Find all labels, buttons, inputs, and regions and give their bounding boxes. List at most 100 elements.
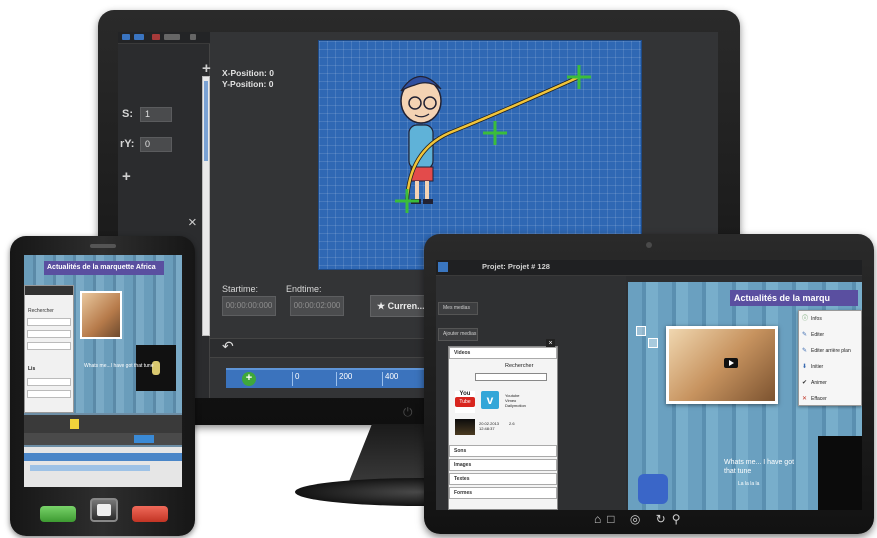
menu-item-animate[interactable]: ✔ Animer	[799, 375, 861, 391]
edit-icon: ✎	[802, 332, 808, 338]
phone-search-label: Rechercher	[28, 308, 54, 314]
menu-label: Animer	[811, 380, 827, 386]
tablet-canvas[interactable]: Actualités de la marqu ⓘ Infos ✎ Editer ✎ E…	[628, 282, 862, 510]
menu-label: Editer	[811, 332, 825, 338]
arrow-down-icon: ⬇	[802, 364, 808, 370]
timeline-track	[30, 465, 150, 471]
source-list: Youtube Vimeo Dailymotion	[505, 393, 526, 408]
selection-handle[interactable]	[636, 326, 646, 336]
context-menu: ⓘ Infos ✎ Editer ✎ Editer arrière plan ⬇ Ini…	[798, 310, 862, 406]
panel-scrollbar[interactable]	[202, 76, 210, 336]
tablet-titlebar: Projet: Projet # 128	[436, 260, 862, 276]
canvas-quote[interactable]: Whats me... I have got that tune	[724, 458, 794, 476]
end-call-button[interactable]	[132, 506, 168, 522]
play-icon[interactable]	[724, 358, 738, 368]
timeline-bar	[24, 453, 182, 461]
starttime-label: Startime:	[222, 284, 259, 294]
tab-shapes[interactable]: Formes	[449, 487, 557, 499]
phone-speaker	[90, 244, 116, 248]
check-icon: ✔	[802, 380, 808, 386]
menu-item-initiate[interactable]: ⬇ Initier	[799, 359, 861, 375]
tablet-camera	[646, 242, 652, 248]
call-button[interactable]	[40, 506, 76, 522]
tab-sounds[interactable]: Sons	[449, 445, 557, 457]
scrollbar-thumb[interactable]	[204, 81, 208, 161]
starttime-input[interactable]: 00:00:00:000	[222, 296, 276, 316]
tablet-screen: Projet: Projet # 128 Mes medias Ajouter …	[436, 260, 862, 510]
delete-icon: ✕	[802, 396, 808, 402]
add-track-icon[interactable]: +	[242, 372, 256, 386]
tablet-left-panel: Mes medias Ajouter medias × Videos Reche…	[436, 276, 626, 510]
list-item[interactable]	[27, 378, 71, 386]
menu-label: Effacer	[811, 396, 827, 402]
panel-top-strip	[118, 32, 210, 44]
add-keyframe-icon[interactable]: +	[122, 168, 131, 185]
edit-icon: ✎	[802, 348, 808, 354]
youtube-icon[interactable]: You Tube	[455, 391, 475, 413]
canvas-quote-small: La la la la	[738, 481, 760, 487]
video-thumbnail[interactable]	[455, 419, 475, 435]
selection-handle[interactable]	[648, 338, 658, 348]
phone-photo[interactable]	[80, 291, 122, 339]
device-showcase: + S: 1 rY: 0 + × X-Position: 0 Y-Positio…	[0, 0, 877, 538]
phone-text-snippet: Whats me...I have got that tune	[84, 363, 154, 369]
home-button[interactable]	[90, 498, 118, 522]
tablet-nav-icons[interactable]: ⌂□ ◎ ↻⚲	[594, 512, 704, 530]
menu-item-infos[interactable]: ⓘ Infos	[799, 311, 861, 327]
endtime-input[interactable]: 00:00:02:000	[290, 296, 344, 316]
scale-label: S:	[122, 108, 133, 120]
rotation-y-input[interactable]: 0	[140, 137, 172, 152]
vimeo-icon[interactable]: v	[481, 391, 499, 409]
video-timestamp: 20.02.2013 12:48:37	[479, 421, 500, 431]
menu-item-edit-background[interactable]: ✎ Editer arrière plan	[799, 343, 861, 359]
phone-apply-button[interactable]	[134, 435, 154, 443]
y-position-label: Y-Position: 0	[222, 79, 274, 89]
list-item[interactable]	[27, 342, 71, 350]
media-library-panel: × Videos Rechercher You Tube v Youtube V…	[448, 339, 558, 510]
phone-timeline[interactable]	[24, 447, 182, 487]
panel-header	[25, 286, 73, 295]
phone-heading: Actualités de la marquette Africa	[44, 261, 164, 275]
phone-toolbar	[24, 415, 182, 433]
list-item[interactable]	[27, 318, 71, 326]
tab-videos[interactable]: Videos	[449, 347, 557, 359]
search-input[interactable]	[475, 373, 547, 381]
canvas-dark-image[interactable]	[818, 436, 862, 510]
tab-texts[interactable]: Textes	[449, 473, 557, 485]
canvas-photo[interactable]	[666, 326, 778, 404]
menu-label: Initier	[811, 364, 824, 370]
phone-highlight-button[interactable]	[70, 419, 79, 429]
phone-media-panel: Rechercher Lis	[24, 285, 74, 413]
video-size: 2.6	[509, 421, 515, 426]
ruler-tick: 0	[292, 372, 299, 386]
list-item[interactable]	[27, 330, 71, 338]
add-icon[interactable]: +	[202, 60, 211, 77]
close-icon[interactable]: ×	[188, 214, 197, 231]
menu-item-delete[interactable]: ✕ Effacer	[799, 391, 861, 407]
project-title: Projet: Projet # 128	[482, 262, 550, 271]
x-position-label: X-Position: 0	[222, 68, 274, 78]
power-icon[interactable]: ⏻	[403, 405, 417, 419]
rotation-y-label: rY:	[120, 138, 135, 150]
phone-screen: Actualités de la marquette Africa Recher…	[24, 255, 182, 487]
list-item[interactable]	[27, 390, 71, 398]
canvas-heading[interactable]: Actualités de la marqu	[730, 290, 858, 306]
smartphone: Actualités de la marquette Africa Recher…	[10, 236, 195, 536]
menu-item-edit[interactable]: ✎ Editer	[799, 327, 861, 343]
my-media-button[interactable]: Mes medias	[438, 302, 478, 315]
info-icon: ⓘ	[802, 316, 809, 322]
current-time-button[interactable]: ★ Curren...	[370, 295, 432, 317]
menu-label: Infos	[811, 316, 822, 322]
shape-element[interactable]	[638, 474, 668, 504]
app-icon	[438, 262, 448, 272]
scale-input[interactable]: 1	[140, 107, 172, 122]
undo-icon[interactable]: ↶	[222, 338, 242, 356]
menu-label: Editer arrière plan	[811, 348, 851, 354]
add-media-button[interactable]: Ajouter medias	[438, 328, 478, 341]
phone-subtoolbar	[24, 433, 182, 445]
ruler-tick: 200	[336, 372, 352, 386]
ruler-tick: 400	[382, 372, 398, 386]
tablet: Projet: Projet # 128 Mes medias Ajouter …	[424, 234, 874, 534]
tab-images[interactable]: Images	[449, 459, 557, 471]
phone-panel-label: Lis	[28, 366, 36, 372]
